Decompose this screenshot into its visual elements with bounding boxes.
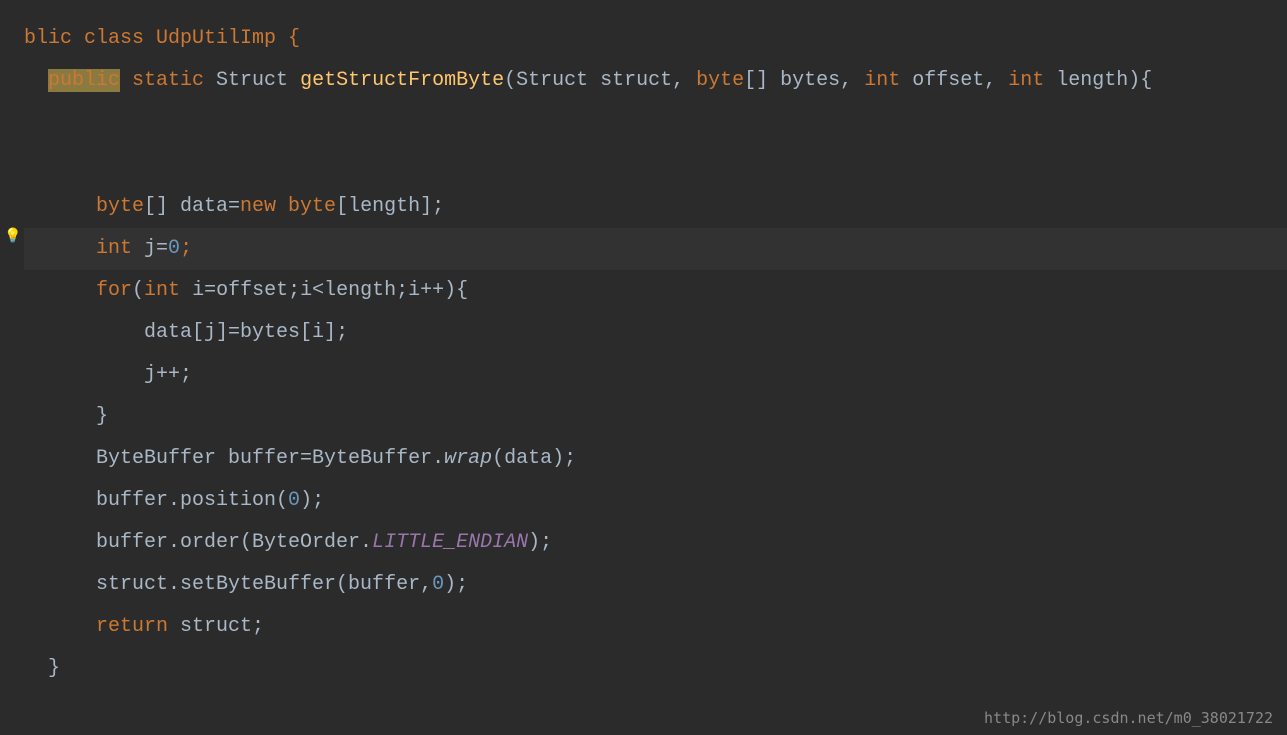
code-line: public class UdpUtilImp { [0,18,1287,60]
number-zero: 0 [432,573,444,596]
params: (Struct struct, [504,69,696,92]
number-zero: 0 [288,489,300,512]
close-brace: } [48,657,60,680]
buffer-position: buffer.position( [96,489,288,512]
type-struct: Struct [204,69,300,92]
watermark-text: http://blog.csdn.net/m0_38021722 [984,709,1273,727]
blank-line [0,144,1287,186]
code-line: data[j]=bytes[i]; [0,312,1287,354]
var-j: j= [132,237,168,260]
array-length: [length]; [336,195,444,218]
class-decl: class UdpUtilImp { [72,27,300,50]
code-line: public static Struct getStructFromByte(S… [0,60,1287,102]
constant-endian: LITTLE_ENDIAN [372,531,528,554]
param-bytes: [] bytes, [744,69,864,92]
keyword-public-selected: public [48,69,120,92]
code-line: struct.setByteBuffer(buffer,0); [0,564,1287,606]
keyword-int: int [144,279,180,302]
increment: j++; [144,363,192,386]
keyword-int: int [864,69,900,92]
code-line: buffer.position(0); [0,480,1287,522]
code-line: } [0,648,1287,690]
keyword-byte: byte [696,69,744,92]
for-body: i=offset;i<length;i++){ [180,279,468,302]
keyword-static: static [120,69,204,92]
return-val: struct; [168,615,264,638]
code-line-current: int j=0; [0,228,1287,270]
code-line: ByteBuffer buffer=ByteBuffer.wrap(data); [0,438,1287,480]
keyword-int: int [96,237,132,260]
param-length: length){ [1044,69,1152,92]
call-end: ); [300,489,324,512]
close-brace: } [96,405,108,428]
code-line: } [0,396,1287,438]
lightbulb-icon[interactable]: 💡 [4,228,21,245]
keyword-byte: byte [96,195,144,218]
buffer-order: buffer.order(ByteOrder. [96,531,372,554]
struct-set: struct.setByteBuffer(buffer, [96,573,432,596]
call-end: (data); [492,447,576,470]
code-line: byte[] data=new byte[length]; [0,186,1287,228]
var-data: [] data= [144,195,240,218]
param-offset: offset, [900,69,1008,92]
semicolon: ; [180,237,192,260]
blank-line [0,102,1287,144]
number-zero: 0 [168,237,180,260]
method-wrap: wrap [444,447,492,470]
keyword-for: for [96,279,132,302]
assignment: data[j]=bytes[i]; [144,321,348,344]
call-end: ); [528,531,552,554]
code-line: return struct; [0,606,1287,648]
paren: ( [132,279,144,302]
keyword-int: int [1008,69,1044,92]
code-line: for(int i=offset;i<length;i++){ [0,270,1287,312]
keyword-return: return [96,615,168,638]
call-end: ); [444,573,468,596]
method-name: getStructFromByte [300,69,504,92]
editor-gutter: 💡 [0,0,24,735]
code-line: buffer.order(ByteOrder.LITTLE_ENDIAN); [0,522,1287,564]
code-line: j++; [0,354,1287,396]
bytebuffer: ByteBuffer buffer=ByteBuffer. [96,447,444,470]
code-editor[interactable]: public class UdpUtilImp { public static … [0,0,1287,690]
keyword-new: new byte [240,195,336,218]
